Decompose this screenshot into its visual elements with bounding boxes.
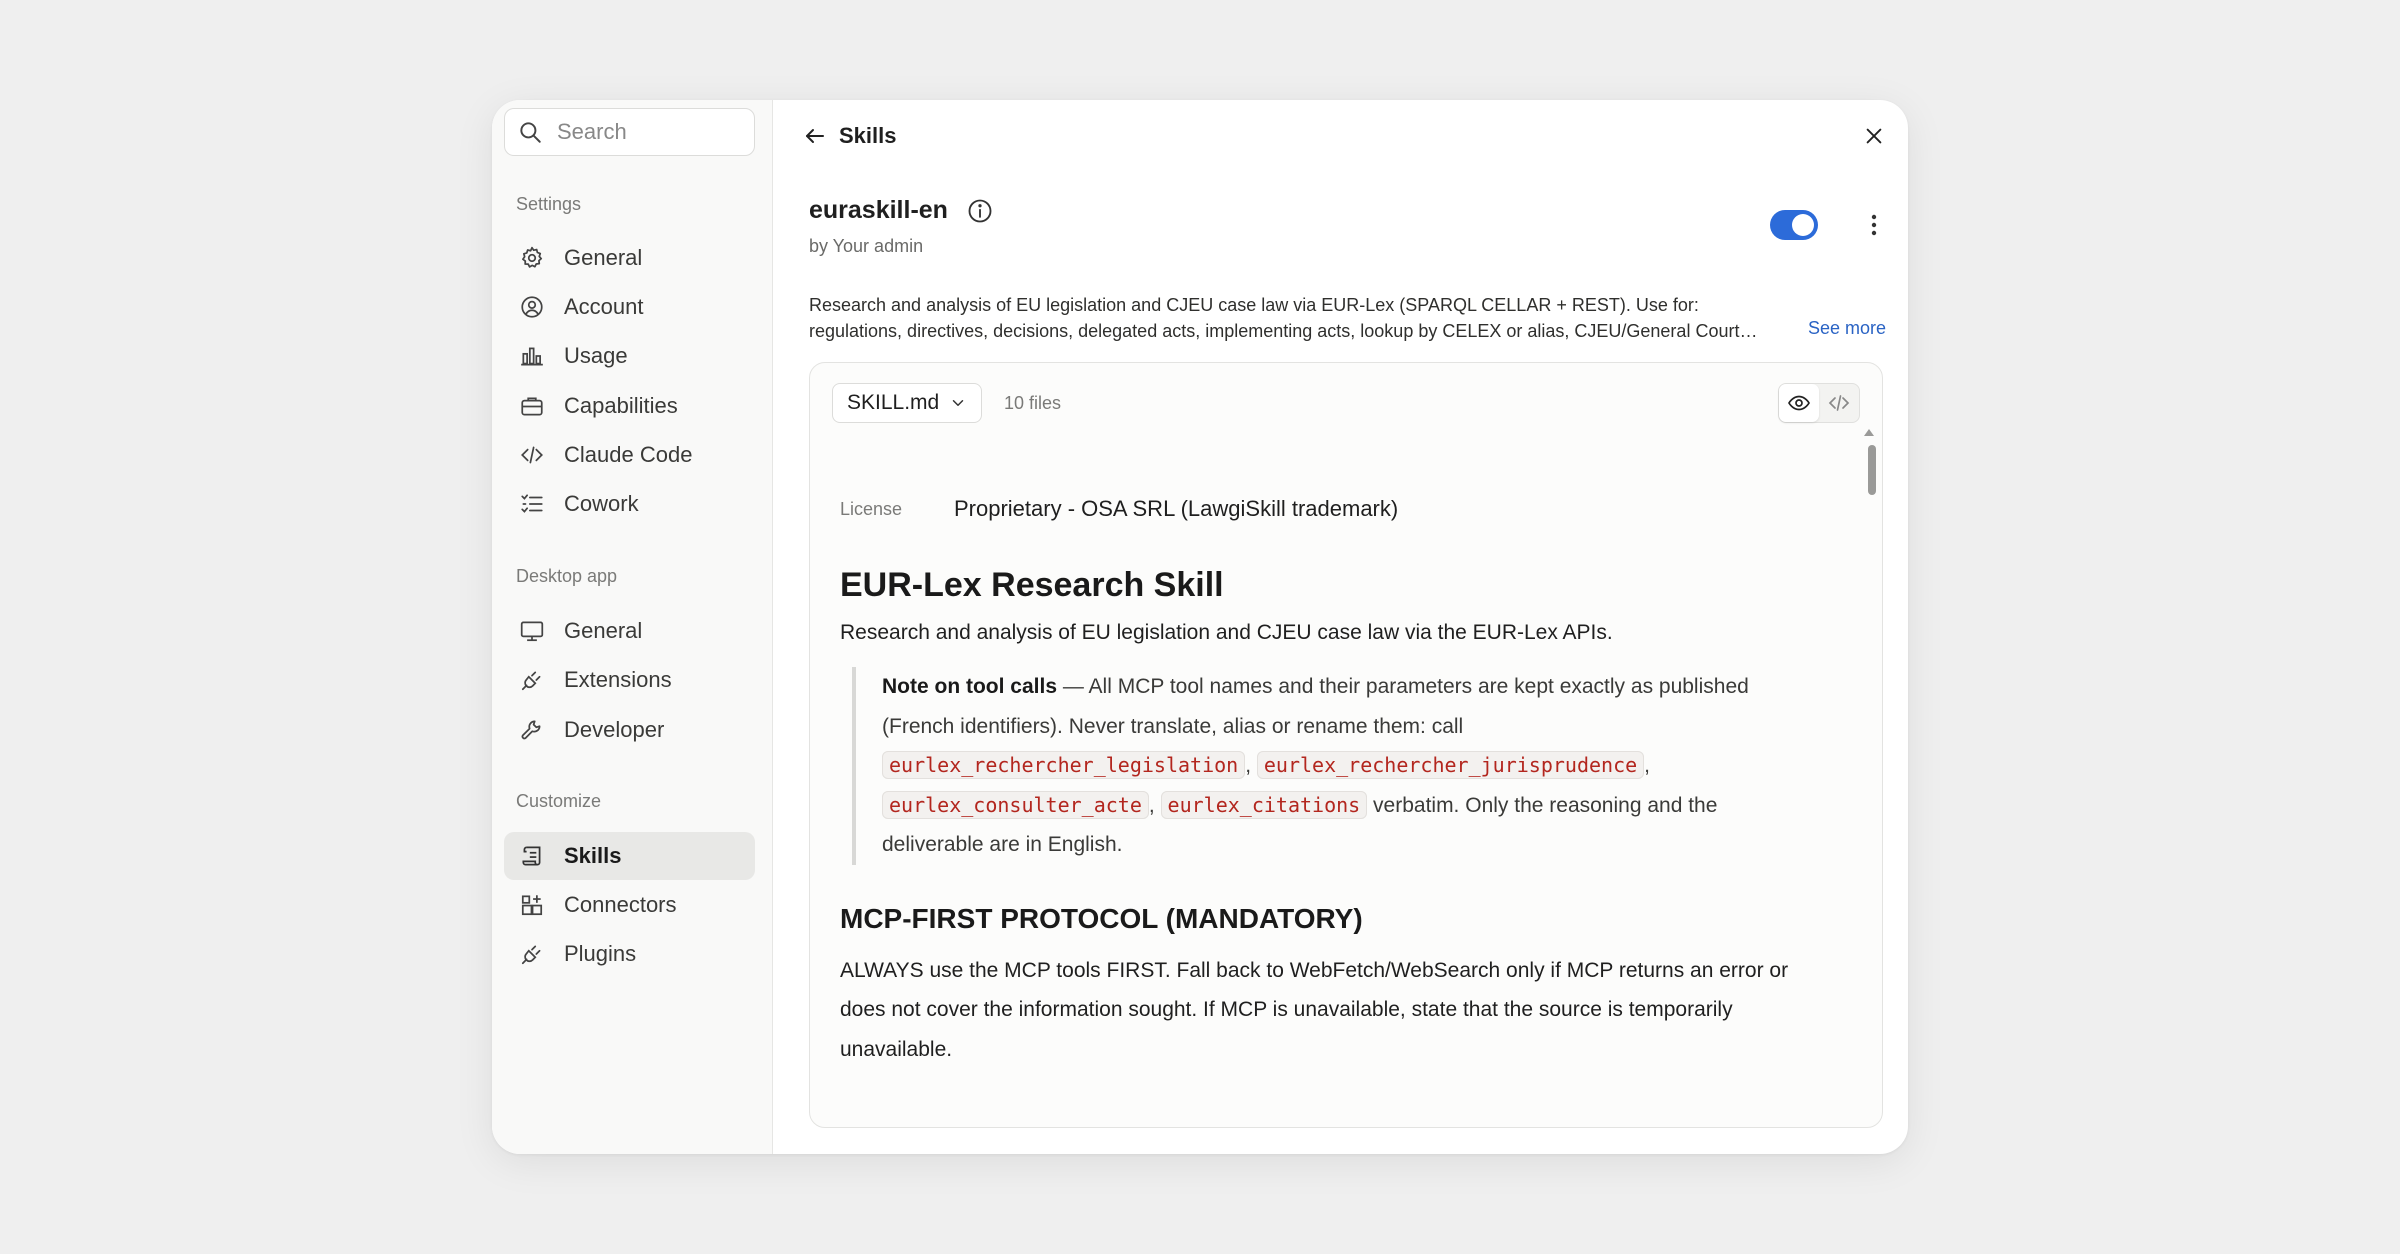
- sidebar-item-label: Cowork: [564, 491, 639, 516]
- sidebar-item-cowork[interactable]: Cowork: [504, 480, 755, 528]
- file-select-dropdown[interactable]: SKILL.md: [832, 383, 983, 423]
- search-box[interactable]: [504, 108, 755, 156]
- sidebar-item-label: Claude Code: [564, 442, 693, 467]
- content-lead: Research and analysis of EU legislation …: [840, 621, 1613, 644]
- search-icon: [520, 122, 541, 143]
- section-label-desktop-app: Desktop app: [516, 566, 618, 586]
- sidebar-item-general[interactable]: General: [504, 234, 755, 282]
- scroll-icon: [518, 842, 546, 870]
- skill-author: by Your admin: [809, 236, 924, 256]
- skill-name: euraskill-en: [809, 196, 948, 224]
- inline-code: eurlex_rechercher_jurisprudence: [1256, 751, 1645, 779]
- skill-title: euraskill-en: [809, 196, 994, 225]
- eye-icon: [1788, 395, 1810, 411]
- sidebar-item-desktop-general[interactable]: General: [504, 607, 755, 655]
- plug-icon: [518, 666, 546, 694]
- info-icon[interactable]: [966, 197, 994, 225]
- bar-chart-icon: [518, 342, 546, 370]
- sidebar-item-label: Usage: [564, 343, 628, 368]
- section-label-customize: Customize: [516, 791, 602, 811]
- sidebar-item-label: Account: [564, 294, 644, 319]
- note-separator: ,: [1148, 793, 1161, 817]
- checklist-icon: [518, 490, 546, 518]
- sidebar-item-capabilities[interactable]: Capabilities: [504, 382, 755, 430]
- sidebar-item-extensions[interactable]: Extensions: [504, 656, 755, 704]
- back-label: Skills: [839, 123, 897, 148]
- protocol-paragraph: ALWAYS use the MCP tools FIRST. Fall bac…: [840, 958, 1789, 1061]
- sidebar-item-label: General: [564, 618, 643, 643]
- sidebar-item-account[interactable]: Account: [504, 283, 755, 331]
- skill-detail-panel: Skills euraskill-en by Your admin Resear…: [773, 100, 1908, 1154]
- sidebar-item-label: General: [564, 245, 643, 270]
- more-vertical-icon: [1871, 214, 1877, 236]
- inline-code: eurlex_rechercher_legislation: [882, 751, 1246, 779]
- sidebar: Settings General Account Usage Capabilit…: [492, 100, 773, 1154]
- license-label: License: [840, 498, 903, 519]
- search-input[interactable]: [557, 119, 737, 145]
- inline-code: eurlex_citations: [1160, 790, 1368, 819]
- plug-icon: [518, 940, 546, 968]
- close-icon: [1866, 128, 1882, 144]
- content-heading: EUR-Lex Research Skill: [840, 566, 1224, 604]
- arrow-left-icon: [806, 129, 824, 143]
- preview-mode-button[interactable]: [1779, 384, 1819, 422]
- sidebar-item-usage[interactable]: Usage: [504, 332, 755, 380]
- sidebar-item-plugins[interactable]: Plugins: [504, 930, 755, 978]
- file-name: SKILL.md: [847, 391, 940, 414]
- briefcase-icon: [518, 392, 546, 420]
- note-title: Note on tool calls: [882, 675, 1058, 698]
- user-circle-icon: [518, 293, 546, 321]
- back-to-skills-button[interactable]: Skills: [803, 118, 896, 154]
- scrollbar-thumb[interactable]: [1868, 445, 1876, 495]
- code-icon: [518, 441, 546, 469]
- protocol-heading: MCP-FIRST PROTOCOL (MANDATORY): [840, 902, 1363, 934]
- source-mode-button[interactable]: [1819, 384, 1859, 422]
- sidebar-item-claude-code[interactable]: Claude Code: [504, 431, 755, 479]
- sidebar-item-connectors[interactable]: Connectors: [504, 881, 755, 929]
- monitor-icon: [518, 617, 546, 645]
- view-mode-toggle: [1778, 383, 1860, 423]
- license-row: License Proprietary - OSA SRL (LawgiSkil…: [840, 493, 1820, 525]
- file-count: 10 files: [1004, 393, 1062, 413]
- sidebar-item-label: Plugins: [564, 941, 637, 966]
- grid-plus-icon: [518, 891, 546, 919]
- skill-enabled-toggle[interactable]: [1770, 210, 1818, 240]
- scroll-up-arrow[interactable]: [1864, 429, 1874, 436]
- sidebar-item-label: Connectors: [564, 892, 677, 917]
- close-button[interactable]: [1858, 120, 1890, 152]
- description-line: regulations, directives, decisions, dele…: [809, 321, 1758, 341]
- code-icon: [1828, 395, 1850, 411]
- section-label-settings: Settings: [516, 194, 582, 214]
- license-value: Proprietary - OSA SRL (LawgiSkill tradem…: [954, 496, 1399, 521]
- sidebar-item-label: Capabilities: [564, 393, 678, 418]
- note-separator: ,: [1644, 754, 1650, 777]
- sidebar-item-skills[interactable]: Skills: [504, 832, 755, 880]
- skill-description: Research and analysis of EU legislation …: [809, 292, 1908, 344]
- tool-calls-note: Note on tool calls — All MCP tool names …: [852, 667, 1792, 865]
- sidebar-item-developer[interactable]: Developer: [504, 706, 755, 754]
- inline-code: eurlex_consulter_acte: [882, 790, 1149, 819]
- sidebar-item-label: Developer: [564, 717, 665, 742]
- markdown-content: License Proprietary - OSA SRL (LawgiSkil…: [840, 493, 1820, 1069]
- wrench-icon: [518, 716, 546, 744]
- description-line: Research and analysis of EU legislation …: [809, 295, 1699, 315]
- sidebar-item-label: Skills: [564, 843, 622, 868]
- note-separator: ,: [1245, 754, 1257, 777]
- settings-window: Settings General Account Usage Capabilit…: [492, 100, 1908, 1154]
- sidebar-item-label: Extensions: [564, 667, 672, 692]
- more-options-button[interactable]: [1864, 210, 1884, 240]
- file-viewer: SKILL.md 10 files License Proprietary - …: [809, 362, 1883, 1128]
- gear-icon: [518, 244, 546, 272]
- see-more-link[interactable]: See more: [1808, 318, 1886, 339]
- chevron-down-icon: [952, 400, 964, 406]
